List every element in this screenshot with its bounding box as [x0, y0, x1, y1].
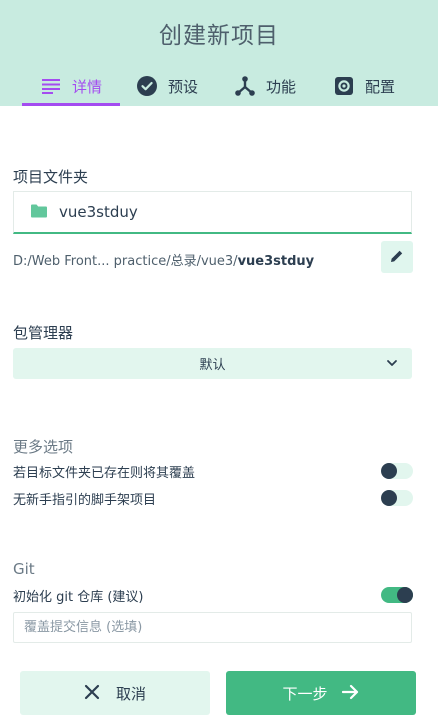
- tab-config[interactable]: 配置: [333, 70, 395, 102]
- cancel-button[interactable]: 取消: [20, 671, 210, 715]
- tab-label: 配置: [365, 77, 396, 96]
- tab-label: 预设: [168, 77, 199, 96]
- page-title: 创建新项目: [159, 23, 279, 49]
- chevron-down-icon: [386, 357, 398, 369]
- cancel-label: 取消: [115, 684, 146, 703]
- folder-name-value: vue3stduy: [59, 203, 138, 221]
- option-overwrite: 若目标文件夹已存在则将其覆盖: [13, 461, 413, 481]
- option-overwrite-label: 若目标文件夹已存在则将其覆盖: [13, 465, 196, 481]
- tab-presets[interactable]: 预设: [136, 70, 198, 102]
- package-manager-select[interactable]: 默认: [13, 348, 412, 379]
- git-init-label: 初始化 git 仓库 (建议): [13, 589, 144, 605]
- package-manager-value: 默认: [199, 358, 226, 373]
- fork-icon: [234, 75, 256, 97]
- no-guide-toggle[interactable]: [381, 490, 413, 506]
- toggle-knob: [381, 490, 397, 506]
- option-no-guide: 无新手指引的脚手架项目: [13, 488, 413, 508]
- more-options-label: 更多选项: [13, 438, 74, 456]
- toggle-knob: [397, 587, 413, 603]
- pencil-icon: [390, 248, 404, 267]
- folder-icon: [30, 203, 48, 221]
- overwrite-toggle[interactable]: [381, 463, 413, 479]
- list-icon: [40, 75, 62, 97]
- gear-icon: [333, 75, 355, 97]
- arrow-right-icon: [341, 684, 360, 702]
- tab-details[interactable]: 详情: [40, 70, 102, 102]
- toggle-knob: [381, 463, 397, 479]
- commit-message-input[interactable]: [13, 612, 412, 643]
- close-icon: [84, 684, 102, 702]
- header: 创建新项目 详情 预设 功能 配置: [0, 0, 438, 106]
- folder-path: D:/Web Front... practice/总录/vue3/vue3std…: [13, 250, 314, 269]
- option-git-init: 初始化 git 仓库 (建议): [13, 585, 413, 605]
- folder-path-prefix: D:/Web Front... practice/总录/vue3/: [13, 254, 238, 269]
- git-label: Git: [13, 560, 35, 578]
- tab-features[interactable]: 功能: [234, 70, 296, 102]
- folder-name-field[interactable]: vue3stduy: [13, 191, 412, 234]
- tab-label: 功能: [266, 77, 297, 96]
- next-button[interactable]: 下一步: [226, 671, 416, 715]
- tab-label: 详情: [72, 77, 103, 96]
- option-no-guide-label: 无新手指引的脚手架项目: [13, 492, 157, 508]
- active-tab-indicator: [22, 103, 120, 106]
- git-init-toggle[interactable]: [381, 587, 413, 603]
- check-circle-icon: [136, 75, 158, 97]
- next-label: 下一步: [282, 684, 328, 703]
- edit-path-button[interactable]: [381, 241, 413, 273]
- package-manager-label: 包管理器: [13, 324, 74, 342]
- folder-section-label: 项目文件夹: [13, 168, 89, 186]
- folder-path-name: vue3stduy: [237, 254, 315, 269]
